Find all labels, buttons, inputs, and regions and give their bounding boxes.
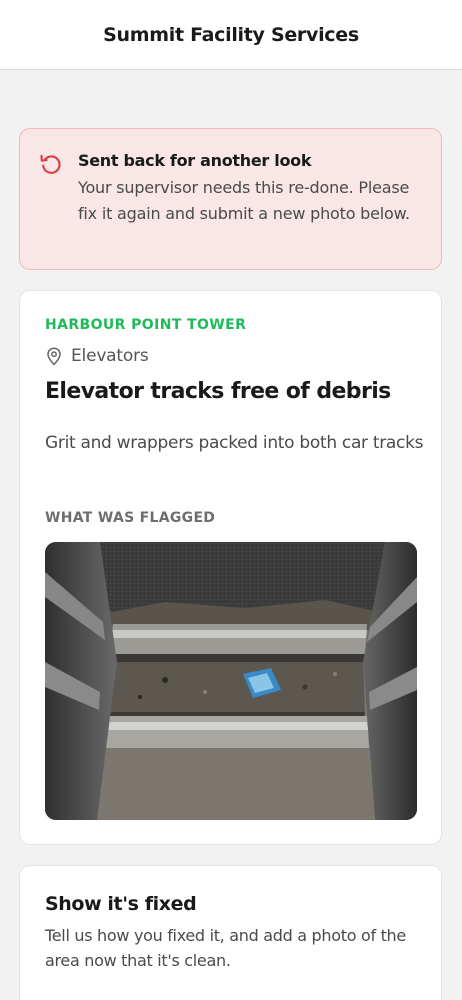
task-description: Grit and wrappers packed into both car t…	[45, 433, 424, 453]
task-card: HARBOUR POINT TOWER Elevators Elevator t…	[19, 290, 442, 845]
app-header: Summit Facility Services	[0, 0, 462, 70]
location-name: Elevators	[71, 346, 149, 366]
alert-title: Sent back for another look	[78, 151, 312, 170]
flagged-photo[interactable]	[45, 542, 417, 820]
site-name: HARBOUR POINT TOWER	[45, 317, 247, 333]
alert-body: Your supervisor needs this re-done. Plea…	[78, 178, 410, 223]
fix-card: Show it's fixed Tell us how you fixed it…	[19, 865, 442, 1000]
task-title: Elevator tracks free of debris	[45, 379, 391, 404]
flagged-section-label: WHAT WAS FLAGGED	[45, 510, 216, 526]
location-pin-icon	[45, 346, 63, 366]
fix-section-title: Show it's fixed	[45, 893, 197, 915]
fix-section-description: Tell us how you fixed it, and add a phot…	[45, 926, 406, 970]
sent-back-alert: Sent back for another look Your supervis…	[19, 128, 442, 270]
app-title: Summit Facility Services	[103, 23, 359, 46]
undo-arrow-icon	[38, 151, 64, 177]
location-row: Elevators	[45, 346, 149, 366]
